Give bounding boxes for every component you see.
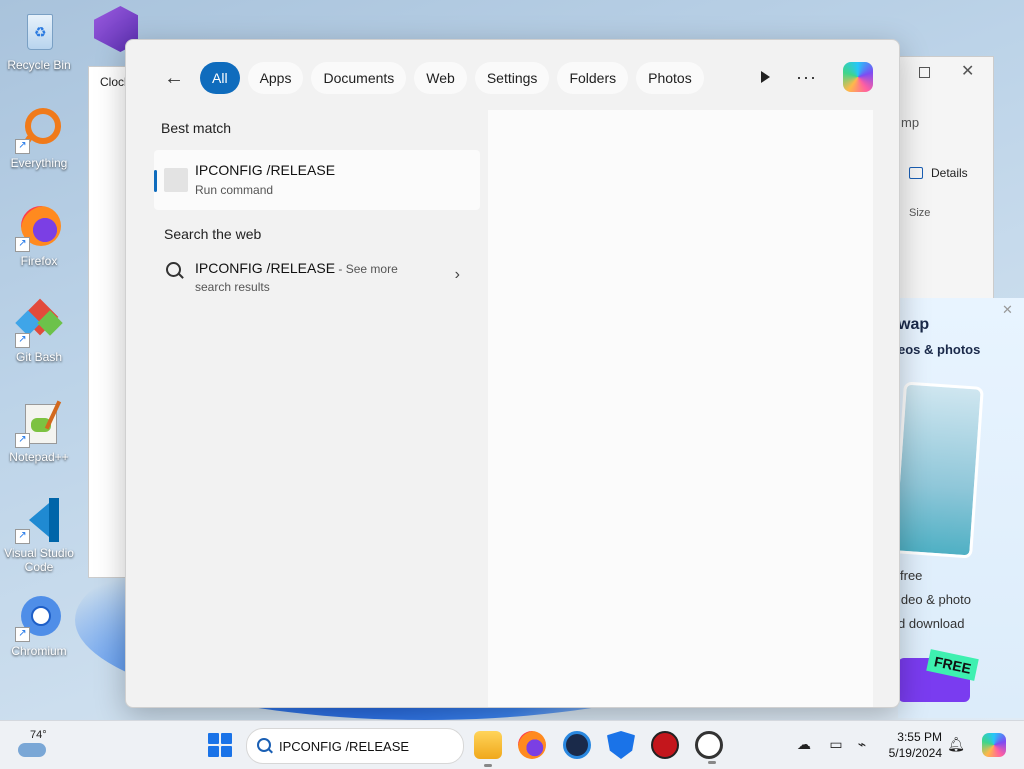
shortcut-arrow-icon: ↗: [15, 237, 30, 252]
filter-all[interactable]: All: [200, 62, 240, 94]
windows-logo-tile: [221, 733, 232, 744]
details-button[interactable]: Details: [931, 166, 968, 180]
firefox-icon: ↗: [15, 204, 63, 252]
desktop-icon-label: Firefox: [20, 254, 58, 268]
git-bash-icon: ↗: [15, 298, 63, 348]
search-filter-bar: ← All Apps Documents Web Settings Folder…: [156, 62, 704, 94]
ad-line-3: d download: [898, 616, 965, 631]
notification-bell-icon[interactable]: 🔔︎: [947, 735, 965, 753]
shortcut-arrow-icon: ↗: [15, 529, 30, 544]
ccleaner-taskbar-button[interactable]: [563, 731, 591, 759]
taskbar: 74° ☁ ▭ ⌁ 3:55 PM 5/19/2024 🔔︎: [0, 720, 1024, 769]
web-search-result[interactable]: IPCONFIG /RELEASE - See more search resu…: [154, 256, 480, 300]
filter-documents[interactable]: Documents: [311, 62, 407, 94]
windows-logo-tile: [221, 746, 232, 757]
windows-logo-tile: [208, 746, 219, 757]
web-result-see-more: - See more: [335, 262, 398, 276]
ad-title: wap: [898, 316, 930, 333]
weather-widget[interactable]: 74°: [18, 729, 58, 763]
desktop-icon-label: Recycle Bin: [7, 58, 71, 72]
web-result-line: IPCONFIG /RELEASE - See more: [195, 260, 398, 276]
search-web-heading: Search the web: [164, 226, 262, 242]
weather-temp: 74°: [30, 729, 47, 741]
filter-settings[interactable]: Settings: [474, 62, 550, 94]
desktop-icon-label: Notepad++: [9, 450, 69, 464]
clock-window: Clock: [88, 66, 130, 578]
explorer-window: ✕ mp Details Size: [898, 56, 994, 300]
clock-date: 5/19/2024: [888, 746, 942, 760]
best-match-title: IPCONFIG /RELEASE: [195, 162, 336, 178]
recycle-bin-icon: ♻: [15, 8, 63, 56]
desktop-icon-notepad-plus-plus[interactable]: ↗ Notepad++: [1, 400, 77, 464]
details-pane-icon: [909, 167, 923, 179]
ad-line-1: free: [900, 568, 923, 583]
ad-photo: [898, 381, 984, 559]
search-icon: [166, 262, 181, 277]
flyout-controls: ···: [761, 62, 873, 92]
maximize-icon[interactable]: [919, 67, 930, 78]
ad-subtitle: eos & photos: [898, 342, 981, 357]
security-app-taskbar-button[interactable]: [651, 731, 679, 759]
desktop-icon-label: Chromium: [11, 644, 67, 658]
filter-apps[interactable]: Apps: [247, 62, 304, 94]
shortcut-arrow-icon: ↗: [15, 433, 30, 448]
everything-icon: ↗: [15, 106, 63, 154]
ad-popup: ✕ wap eos & photos free ideo & photo d d…: [898, 298, 1024, 718]
preview-pane: [488, 110, 873, 707]
filter-web[interactable]: Web: [414, 62, 467, 94]
defender-taskbar-button[interactable]: [607, 731, 635, 759]
best-match-heading: Best match: [161, 120, 232, 136]
display-icon[interactable]: ▭: [827, 735, 845, 753]
start-button[interactable]: [208, 733, 232, 757]
firefox-taskbar-button[interactable]: [518, 731, 546, 759]
web-result-query: IPCONFIG /RELEASE: [195, 260, 336, 276]
copilot-icon[interactable]: [843, 62, 873, 92]
filter-photos[interactable]: Photos: [636, 62, 704, 94]
clock-time: 3:55 PM: [897, 730, 942, 744]
taskbar-search-input[interactable]: [279, 735, 455, 757]
run-command-icon: [164, 168, 188, 192]
explorer-path-partial: mp: [901, 115, 920, 130]
shortcut-arrow-icon: ↗: [15, 627, 30, 642]
shortcut-arrow-icon: ↗: [15, 333, 30, 348]
desktop-icon-label: Visual Studio Code: [4, 546, 74, 574]
best-match-result[interactable]: IPCONFIG /RELEASE Run command: [154, 150, 480, 210]
shortcut-arrow-icon: ↗: [15, 139, 30, 154]
clock-taskbar-button[interactable]: [695, 731, 723, 764]
results-pane: Best match IPCONFIG /RELEASE Run command…: [154, 120, 480, 300]
taskbar-clock[interactable]: 3:55 PM 5/19/2024: [880, 729, 942, 761]
chromium-icon: ↗: [15, 594, 63, 642]
more-options-icon[interactable]: ···: [796, 67, 817, 88]
taskbar-search-box[interactable]: [246, 728, 464, 764]
windows-logo-tile: [208, 733, 219, 744]
ad-close-icon[interactable]: ✕: [1002, 302, 1013, 318]
notepad-plus-plus-icon: ↗: [15, 400, 63, 448]
web-result-subtitle: search results: [195, 280, 270, 294]
desktop-icon-label: Everything: [10, 156, 68, 170]
onedrive-offline-icon[interactable]: ☁: [795, 735, 813, 753]
desktop-icon-firefox[interactable]: ↗ Firefox: [1, 204, 77, 268]
filter-folders[interactable]: Folders: [557, 62, 629, 94]
copilot-taskbar-icon[interactable]: [982, 733, 1006, 757]
chevron-right-icon[interactable]: ›: [455, 266, 460, 284]
desktop-icon-everything[interactable]: ↗ Everything: [1, 106, 77, 170]
network-icon[interactable]: ⌁: [853, 735, 871, 753]
search-flyout: ← All Apps Documents Web Settings Folder…: [125, 39, 900, 708]
vscode-icon: ↗: [15, 496, 63, 544]
size-column-header[interactable]: Size: [909, 207, 930, 219]
desktop-icon-git-bash[interactable]: ↗ Git Bash: [1, 298, 77, 364]
cloud-icon: [18, 743, 46, 757]
selection-indicator: [154, 170, 157, 192]
best-match-subtitle: Run command: [195, 183, 274, 197]
desktop-icon-label: Git Bash: [15, 350, 63, 364]
play-icon[interactable]: [761, 71, 771, 83]
back-arrow-icon[interactable]: ←: [156, 62, 192, 94]
desktop-icon-vscode[interactable]: ↗ Visual Studio Code: [1, 496, 77, 574]
ad-line-2: ideo & photo: [898, 592, 972, 607]
desktop-icon-recycle-bin[interactable]: ♻ Recycle Bin: [1, 8, 77, 72]
close-icon[interactable]: ✕: [961, 61, 974, 81]
desktop-icon-chromium[interactable]: ↗ Chromium: [1, 594, 77, 658]
search-icon: [257, 738, 271, 752]
file-explorer-taskbar-button[interactable]: [474, 731, 502, 767]
